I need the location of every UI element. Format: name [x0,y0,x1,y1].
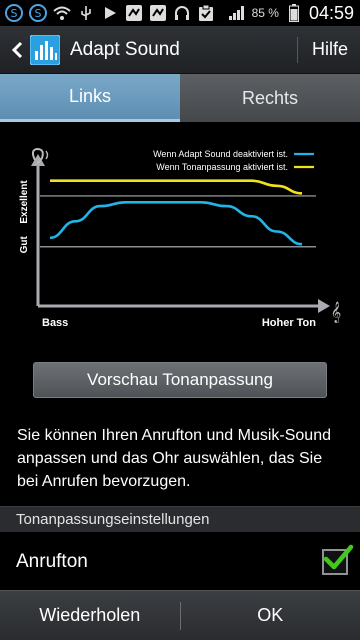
adapt-sound-app-icon [29,34,61,65]
preview-button[interactable]: Vorschau Tonanpassung [33,362,327,398]
svg-text:S: S [35,7,42,20]
y-label-1: Exzellent [19,180,30,224]
music-note-icon: 𝄞 [331,302,342,323]
svg-text:𝄞: 𝄞 [331,302,342,323]
s-icon: S [28,3,48,23]
anrufton-checkbox[interactable] [322,544,354,575]
action-bar: Adapt Sound Hilfe [0,26,360,74]
setting-row-anrufton[interactable]: Anrufton [0,534,360,590]
y-label-2: Gut [19,235,30,253]
x-label-left: Bass [42,317,68,329]
x-label-right: Hoher Ton [262,317,316,329]
series-line-2 [49,179,303,195]
notification-icons: S S [0,3,216,23]
usb-icon [76,3,96,23]
svg-text:S: S [11,7,18,20]
sound-curve-chart: 𝄞 Wenn Adapt Sound deaktiviert ist. Wenn … [19,147,342,329]
chevron-left-icon [11,41,23,58]
series-line-1 [49,200,303,246]
signal-icon [227,3,247,23]
battery-icon [284,3,304,23]
status-bar: S S 85 % 04:59 [0,0,360,26]
checkmark-icon [323,544,354,570]
play-icon [100,3,120,23]
help-button[interactable]: Hilfe [298,39,360,60]
s-icon: S [4,3,24,23]
ear-tabs: Links Rechts [0,74,360,122]
tab-links[interactable]: Links [0,74,180,122]
legend-label-2: Wenn Tonanpassung aktiviert ist. [156,162,288,172]
clock: 04:59 [308,2,354,23]
wifi-icon [52,3,72,23]
clipboard-icon [196,3,216,23]
description-text: Sie können Ihren Anrufton und Musik-Soun… [17,427,331,490]
retry-button[interactable]: Wiederholen [0,591,180,640]
bottom-bar: Wiederholen OK [0,590,360,640]
tab-rechts[interactable]: Rechts [180,74,360,122]
ok-button[interactable]: OK [181,591,360,640]
back-button[interactable] [4,26,30,74]
section-header: Tonanpassungseinstellungen [0,506,360,532]
headphones-icon [172,3,192,23]
page-title: Adapt Sound [70,38,180,60]
app-icon [124,3,144,23]
legend-label-1: Wenn Adapt Sound deaktiviert ist. [153,149,288,159]
app-icon [148,3,168,23]
battery-percent: 85 % [251,6,279,20]
setting-label: Anrufton [16,551,88,572]
x-axis-arrow [318,299,330,313]
